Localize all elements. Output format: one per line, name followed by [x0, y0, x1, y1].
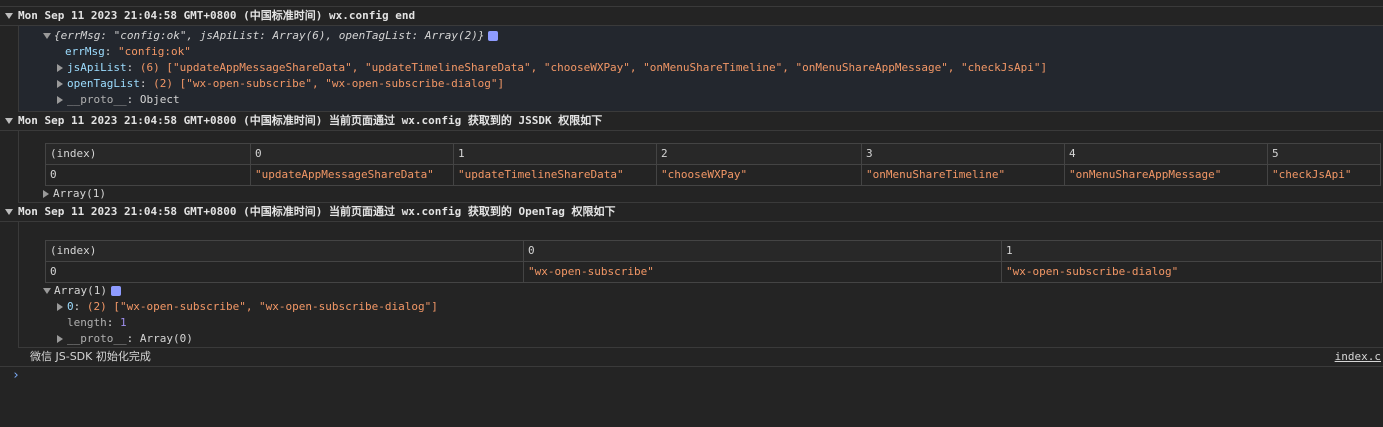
table-row: 0 "wx-open-subscribe" "wx-open-subscribe… — [45, 261, 1382, 283]
property-value: 1 — [120, 316, 127, 329]
column-header[interactable]: 1 — [453, 143, 657, 165]
log-message-text: 微信 JS-SDK 初始化完成 — [30, 350, 151, 363]
table-header-row: (index) 0 1 — [45, 240, 1382, 262]
array-summary: Array(1) — [54, 284, 107, 297]
array-item-0[interactable]: 0: (2) ["wx-open-subscribe", "wx-open-su… — [19, 299, 1383, 315]
column-header[interactable]: 4 — [1064, 143, 1268, 165]
expand-triangle-icon[interactable] — [43, 288, 51, 294]
property-key: errMsg — [65, 45, 105, 58]
property-errmsg: errMsg: "config:ok" — [65, 45, 191, 58]
array-summary: Array(1) — [53, 187, 106, 200]
console-group-body-config-end: {errMsg: "config:ok", jsApiList: Array(6… — [18, 26, 1383, 112]
property-key: __proto__ — [67, 93, 127, 106]
property-key: 0 — [67, 300, 74, 313]
group-header-text: Mon Sep 11 2023 21:04:58 GMT+0800 (中国标准时… — [18, 205, 616, 218]
property-jsapilist[interactable]: jsApiList: (6) ["updateAppMessageShareDa… — [43, 60, 1383, 76]
group-header-text: Mon Sep 11 2023 21:04:58 GMT+0800 (中国标准时… — [18, 9, 416, 22]
column-header[interactable]: 5 — [1267, 143, 1381, 165]
info-icon[interactable] — [110, 286, 121, 296]
expand-triangle-icon[interactable] — [57, 64, 63, 72]
property-value: Array(0) — [139, 332, 193, 345]
devtools-console: Mon Sep 11 2023 21:04:58 GMT+0800 (中国标准时… — [0, 0, 1383, 427]
column-header[interactable]: 0 — [523, 240, 1002, 262]
group-header-text: Mon Sep 11 2023 21:04:58 GMT+0800 (中国标准时… — [18, 114, 603, 127]
column-header[interactable]: 1 — [1001, 240, 1382, 262]
info-icon[interactable] — [488, 31, 499, 41]
jssdk-table: (index) 0 1 2 3 4 5 0 "updateAppMessageS… — [45, 143, 1381, 186]
column-header[interactable]: (index) — [45, 240, 524, 262]
table-header-row: (index) 0 1 2 3 4 5 — [45, 143, 1381, 165]
expand-triangle-icon[interactable] — [57, 303, 63, 311]
table-cell: "wx-open-subscribe" — [523, 261, 1002, 283]
table-cell: "updateAppMessageShareData" — [250, 164, 454, 186]
console-prompt[interactable]: › — [0, 367, 1383, 385]
property-key: length — [67, 316, 107, 329]
table-cell: "updateTimelineShareData" — [453, 164, 657, 186]
object-summary-line[interactable]: {errMsg: "config:ok", jsApiList: Array(6… — [43, 28, 1383, 44]
array-summary-line[interactable]: Array(1) — [19, 283, 1383, 299]
opentag-table: (index) 0 1 0 "wx-open-subscribe" "wx-op… — [45, 240, 1382, 283]
property-value: "config:ok" — [118, 45, 191, 58]
column-header[interactable]: 0 — [250, 143, 454, 165]
property-key: openTagList — [67, 77, 140, 90]
collapse-triangle-icon[interactable] — [5, 209, 13, 215]
console-group-header-config-end[interactable]: Mon Sep 11 2023 21:04:58 GMT+0800 (中国标准时… — [0, 7, 1383, 26]
table-cell: "chooseWXPay" — [656, 164, 862, 186]
column-header[interactable]: 2 — [656, 143, 862, 165]
collapse-triangle-icon[interactable] — [5, 13, 13, 19]
table-cell: "onMenuShareTimeline" — [861, 164, 1065, 186]
table-row: 0 "updateAppMessageShareData" "updateTim… — [45, 164, 1381, 186]
previous-log-strip — [0, 0, 1383, 7]
property-value: (6) ["updateAppMessageShareData", "updat… — [139, 61, 1048, 74]
expand-triangle-icon[interactable] — [57, 80, 63, 88]
collapse-triangle-icon[interactable] — [5, 118, 13, 124]
array-length: length: 1 — [67, 316, 127, 329]
property-value: (2) ["wx-open-subscribe", "wx-open-subsc… — [86, 300, 438, 313]
console-log-message: 微信 JS-SDK 初始化完成 index.c — [0, 348, 1383, 367]
expand-triangle-icon[interactable] — [43, 33, 51, 39]
source-link[interactable]: index.c — [1335, 348, 1381, 366]
property-key: __proto__ — [67, 332, 127, 345]
table-cell: "checkJsApi" — [1267, 164, 1381, 186]
prompt-chevron-icon: › — [12, 368, 20, 383]
object-summary: {errMsg: "config:ok", jsApiList: Array(6… — [54, 29, 485, 42]
console-group-header-opentag[interactable]: Mon Sep 11 2023 21:04:58 GMT+0800 (中国标准时… — [0, 203, 1383, 222]
console-group-body-jssdk: (index) 0 1 2 3 4 5 0 "updateAppMessageS… — [18, 131, 1383, 203]
array-summary-line[interactable]: Array(1) — [19, 186, 1383, 203]
console-group-body-opentag: (index) 0 1 0 "wx-open-subscribe" "wx-op… — [18, 222, 1383, 348]
expand-triangle-icon[interactable] — [43, 190, 49, 198]
table-cell: "wx-open-subscribe-dialog" — [1001, 261, 1382, 283]
console-table-wrap: (index) 0 1 0 "wx-open-subscribe" "wx-op… — [19, 222, 1383, 283]
object-log-entry: {errMsg: "config:ok", jsApiList: Array(6… — [19, 26, 1383, 112]
expand-triangle-icon[interactable] — [57, 96, 63, 104]
console-table-wrap: (index) 0 1 2 3 4 5 0 "updateAppMessageS… — [19, 131, 1383, 186]
column-header[interactable]: 3 — [861, 143, 1065, 165]
console-group-header-jssdk[interactable]: Mon Sep 11 2023 21:04:58 GMT+0800 (中国标准时… — [0, 112, 1383, 131]
table-cell-index: 0 — [45, 164, 251, 186]
expand-triangle-icon[interactable] — [57, 335, 63, 343]
property-value: (2) ["wx-open-subscribe", "wx-open-subsc… — [153, 77, 505, 90]
property-opentaglist[interactable]: openTagList: (2) ["wx-open-subscribe", "… — [43, 76, 1383, 92]
property-key: jsApiList — [67, 61, 127, 74]
table-cell: "onMenuShareAppMessage" — [1064, 164, 1268, 186]
array-proto[interactable]: __proto__: Array(0) — [19, 331, 1383, 348]
table-cell-index: 0 — [45, 261, 524, 283]
property-proto[interactable]: __proto__: Object — [43, 92, 1383, 108]
property-value: Object — [139, 93, 180, 106]
column-header[interactable]: (index) — [45, 143, 251, 165]
